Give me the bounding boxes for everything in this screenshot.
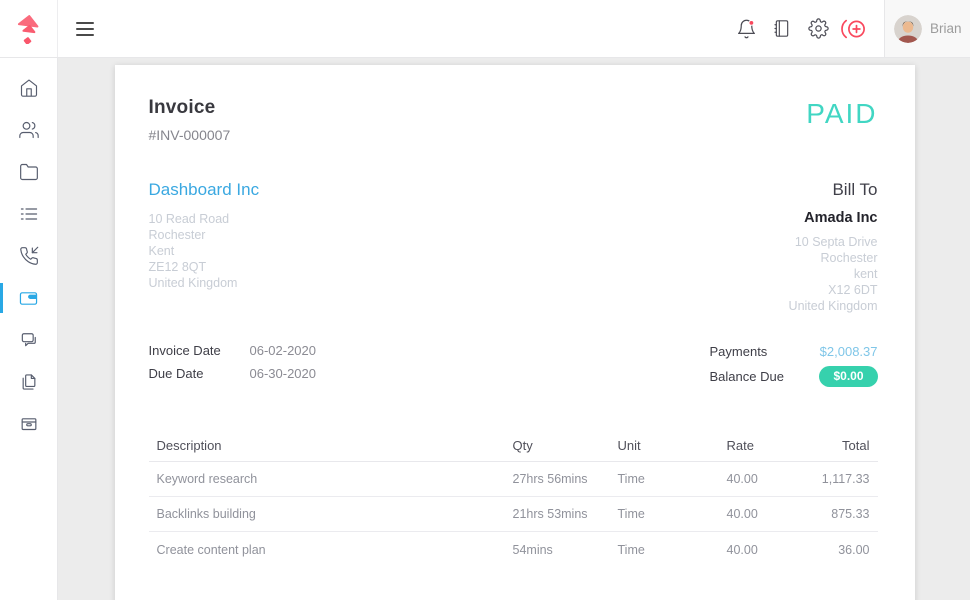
invoice-meta: Invoice Date 06-02-2020 Due Date 06-30-2… <box>149 339 878 389</box>
cell-qty: 54mins <box>513 543 618 557</box>
documents-icon <box>19 372 39 392</box>
due-date-row: Due Date 06-30-2020 <box>149 362 317 385</box>
list-icon <box>19 204 39 224</box>
sender-address: 10 Read Road Rochester Kent ZE12 8QT Uni… <box>149 211 260 291</box>
brand-logo-icon <box>14 14 44 44</box>
avatar <box>894 15 922 43</box>
address-line: United Kingdom <box>149 275 260 291</box>
cell-total: 875.33 <box>822 507 878 521</box>
topbar: Brian <box>0 0 970 58</box>
phone-incoming-icon <box>19 246 39 266</box>
payments-row: Payments $2,008.37 <box>710 339 878 364</box>
customer-address: 10 Septa Drive Rochester kent X12 6DT Un… <box>789 234 878 314</box>
user-menu[interactable]: Brian <box>884 0 970 57</box>
address-line: Rochester <box>789 250 878 266</box>
cell-unit: Time <box>618 543 727 557</box>
table-header-row: Description Qty Unit Rate Total <box>149 430 878 462</box>
cell-unit: Time <box>618 472 727 486</box>
cell-qty: 21hrs 53mins <box>513 507 618 521</box>
invoice-parties: Dashboard Inc 10 Read Road Rochester Ken… <box>149 180 878 314</box>
cell-description: Backlinks building <box>149 507 513 521</box>
customer-name: Amada Inc <box>789 210 878 226</box>
bill-to-label: Bill To <box>789 180 878 200</box>
settings-button[interactable] <box>800 11 836 47</box>
cell-unit: Time <box>618 507 727 521</box>
avatar-image <box>894 15 922 43</box>
home-icon <box>19 78 39 98</box>
address-line: X12 6DT <box>789 282 878 298</box>
chat-icon <box>19 330 39 350</box>
sidebar-item-archive[interactable] <box>0 403 57 445</box>
quick-add-button[interactable] <box>836 11 872 47</box>
cell-rate: 40.00 <box>727 507 822 521</box>
dates-block: Invoice Date 06-02-2020 Due Date 06-30-2… <box>149 339 317 385</box>
table-row: Create content plan 54mins Time 40.00 36… <box>149 532 878 567</box>
invoice-header: Invoice #INV-000007 PAID <box>149 97 878 143</box>
contacts-icon <box>19 120 39 140</box>
cell-description: Create content plan <box>149 543 513 557</box>
col-header-description: Description <box>149 438 513 453</box>
main-content: Invoice #INV-000007 PAID Dashboard Inc 1… <box>59 58 970 600</box>
payments-label: Payments <box>710 344 811 359</box>
hamburger-menu-icon[interactable] <box>68 10 102 48</box>
invoice-card: Invoice #INV-000007 PAID Dashboard Inc 1… <box>115 65 915 600</box>
col-header-unit: Unit <box>618 438 727 453</box>
cell-rate: 40.00 <box>727 543 822 557</box>
invoice-number: #INV-000007 <box>149 127 231 143</box>
sidebar-item-documents[interactable] <box>0 361 57 403</box>
invoice-date-label: Invoice Date <box>149 343 250 358</box>
cell-total: 36.00 <box>822 543 878 557</box>
app-logo[interactable] <box>0 0 58 57</box>
address-book-button[interactable] <box>764 11 800 47</box>
folder-icon <box>19 162 39 182</box>
col-header-total: Total <box>822 438 878 453</box>
sidebar-item-home[interactable] <box>0 67 57 109</box>
sender-block: Dashboard Inc 10 Read Road Rochester Ken… <box>149 180 260 314</box>
balance-due-row: Balance Due $0.00 <box>710 364 878 389</box>
address-line: kent <box>789 266 878 282</box>
quick-add-icon <box>840 17 868 41</box>
sender-name-link[interactable]: Dashboard Inc <box>149 180 260 200</box>
invoice-date-row: Invoice Date 06-02-2020 <box>149 339 317 362</box>
archive-icon <box>19 414 39 434</box>
cell-total: 1,117.33 <box>822 472 878 486</box>
bell-icon <box>736 18 757 40</box>
address-line: 10 Septa Drive <box>789 234 878 250</box>
cell-qty: 27hrs 56mins <box>513 472 618 486</box>
balance-due-badge: $0.00 <box>819 366 877 386</box>
status-stamp: PAID <box>806 100 877 128</box>
sidebar-item-messages[interactable] <box>0 319 57 361</box>
gear-icon <box>808 18 829 39</box>
user-name: Brian <box>930 21 962 36</box>
address-line: 10 Read Road <box>149 211 260 227</box>
sidebar-item-invoices[interactable] <box>0 277 57 319</box>
address-line: United Kingdom <box>789 298 878 314</box>
table-row: Backlinks building 21hrs 53mins Time 40.… <box>149 497 878 532</box>
address-line: ZE12 8QT <box>149 259 260 275</box>
notifications-button[interactable] <box>728 11 764 47</box>
cell-rate: 40.00 <box>727 472 822 486</box>
due-date-value: 06-30-2020 <box>250 366 317 381</box>
address-line: Rochester <box>149 227 260 243</box>
sidebar-item-calls[interactable] <box>0 235 57 277</box>
address-line: Kent <box>149 243 260 259</box>
totals-block: Payments $2,008.37 Balance Due $0.00 <box>710 339 878 389</box>
due-date-label: Due Date <box>149 366 250 381</box>
wallet-icon <box>18 288 39 309</box>
col-header-qty: Qty <box>513 438 618 453</box>
page-title: Invoice <box>149 97 231 119</box>
sidebar-item-projects[interactable] <box>0 151 57 193</box>
invoice-date-value: 06-02-2020 <box>250 343 317 358</box>
table-row: Keyword research 27hrs 56mins Time 40.00… <box>149 462 878 497</box>
col-header-rate: Rate <box>727 438 822 453</box>
balance-due-label: Balance Due <box>710 369 811 384</box>
sidebar-item-contacts[interactable] <box>0 109 57 151</box>
cell-description: Keyword research <box>149 472 513 486</box>
sidebar-item-tasks[interactable] <box>0 193 57 235</box>
sidebar-nav <box>0 58 58 600</box>
bill-to-block: Bill To Amada Inc 10 Septa Drive Rochest… <box>789 180 878 314</box>
payments-value: $2,008.37 <box>820 344 878 359</box>
line-items-table: Description Qty Unit Rate Total Keyword … <box>149 430 878 567</box>
address-book-icon <box>772 18 792 39</box>
